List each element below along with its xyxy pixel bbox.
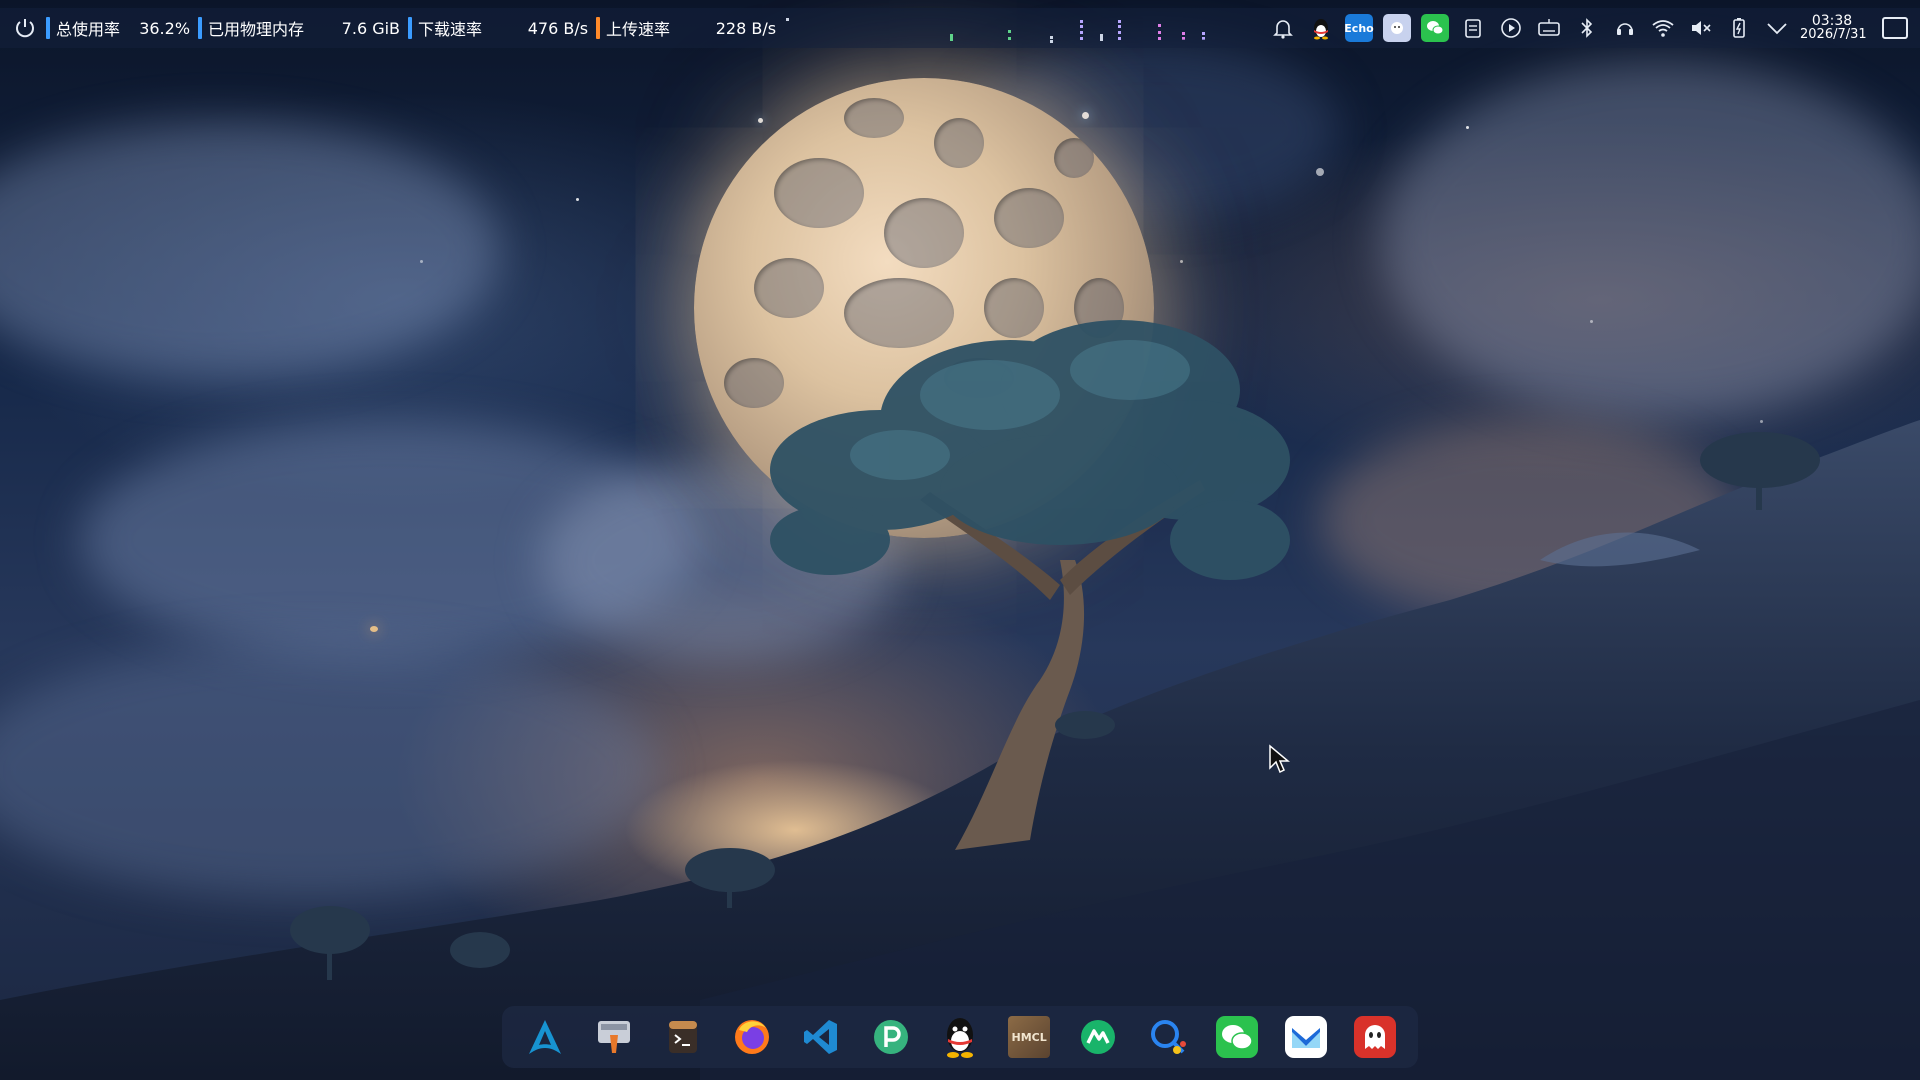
tray-wechat[interactable] [1416,8,1454,48]
network-activity-graph [812,8,1252,48]
tray-volume[interactable] [1682,8,1720,48]
power-icon [16,19,34,38]
mouse-cursor-icon [1269,744,1290,774]
dock-firefox[interactable] [727,1012,777,1062]
dock-hmcl[interactable]: HMCL [1004,1012,1054,1062]
wechat-icon [1215,1016,1258,1058]
hillside-landscape [0,320,1920,1080]
download-rate-value: 476 B/s [527,18,589,38]
memory-usage-stat: 已用物理内存 7.6 GiB [190,8,400,48]
notification-bell-button[interactable] [1264,8,1302,48]
arc-app-icon [1081,1020,1116,1054]
top-panel: 总使用率 36.2% 已用物理内存 7.6 GiB 下载速率 476 B/s 上… [0,8,1920,48]
tray-media-player[interactable] [1492,8,1530,48]
firefox-icon [735,1020,770,1054]
media-play-icon [1501,18,1521,38]
upload-rate-stat: 上传速率 228 B/s [588,8,776,48]
tray-headset[interactable] [1606,8,1644,48]
keyboard-icon [1538,19,1560,36]
qq-icon [946,1018,973,1058]
dock-wechat[interactable] [1212,1012,1262,1062]
terminal-icon [669,1021,698,1053]
qq-icon [1314,19,1328,40]
stat-indicator-bar [198,17,203,39]
volume-muted-icon [1692,21,1711,35]
dock-search-app[interactable] [1143,1012,1193,1062]
tray-bluetooth[interactable] [1568,8,1606,48]
tray-expand-button[interactable] [1758,8,1796,48]
arch-logo-icon [528,1020,561,1054]
dock-screenshot-tool[interactable] [589,1012,639,1062]
power-button[interactable] [12,15,38,41]
dock: HMCL [502,1006,1418,1068]
dock-vscode[interactable] [796,1012,846,1062]
chevron-down-icon [1767,23,1787,35]
clipboard-icon [1465,19,1481,38]
dock-terminal[interactable] [658,1012,708,1062]
memory-usage-value: 7.6 GiB [341,18,401,38]
hmcl-label: HMCL [1011,1030,1047,1044]
bell-icon [1273,20,1293,39]
dock-app-launcher[interactable] [520,1012,570,1062]
upload-rate-label: 上传速率 [606,20,671,39]
vscode-icon [804,1020,838,1054]
tray-wifi[interactable] [1644,8,1682,48]
p-app-icon [873,1020,908,1054]
wechat-icon [1421,14,1449,42]
desktop-wallpaper [0,0,1920,1080]
dock-arc-app[interactable] [1073,1012,1123,1062]
stat-indicator-bar [596,17,601,39]
cpu-usage-value: 36.2% [139,18,191,38]
tray-input-method[interactable] [1530,8,1568,48]
mail-app-icon [1285,1016,1328,1058]
ghost-app-icon [1383,14,1411,42]
show-desktop-button[interactable] [1882,17,1908,39]
dock-p-app[interactable] [866,1012,916,1062]
tray-ghost-app[interactable] [1378,8,1416,48]
echo-icon: Echo [1344,14,1374,42]
cpu-usage-stat: 总使用率 36.2% [38,8,190,48]
tray-qq[interactable] [1302,8,1340,48]
download-rate-stat: 下载速率 476 B/s [400,8,588,48]
tray-battery[interactable] [1720,8,1758,48]
memory-usage-label: 已用物理内存 [208,20,305,39]
download-rate-label: 下载速率 [418,20,483,39]
bluetooth-icon [1581,18,1593,38]
cpu-usage-label: 总使用率 [56,20,121,39]
screenshot-tool-icon [597,1021,630,1053]
stat-indicator-bar [46,17,50,39]
tray-clipboard[interactable] [1454,8,1492,48]
dock-ghost-app[interactable] [1350,1012,1400,1062]
headset-icon [1617,23,1633,35]
system-tray: Echo 03:38 2026/7/31 [1264,8,1920,48]
upload-rate-value: 228 B/s [715,18,777,38]
clock-date: 2026/7/31 [1800,27,1867,42]
hmcl-icon: HMCL [1008,1016,1051,1058]
dock-mail-app[interactable] [1281,1012,1331,1062]
tray-echo[interactable]: Echo [1340,8,1378,48]
dock-qq[interactable] [935,1012,985,1062]
clock-time: 03:38 [1811,13,1853,29]
stat-indicator-bar [408,17,413,39]
cpu-mini-graph [786,13,792,43]
ghost-app-icon [1354,1016,1397,1058]
search-app-icon [1150,1020,1186,1054]
wifi-icon [1652,20,1674,37]
battery-icon [1733,18,1745,38]
clock[interactable]: 03:38 2026/7/31 [1800,13,1867,42]
